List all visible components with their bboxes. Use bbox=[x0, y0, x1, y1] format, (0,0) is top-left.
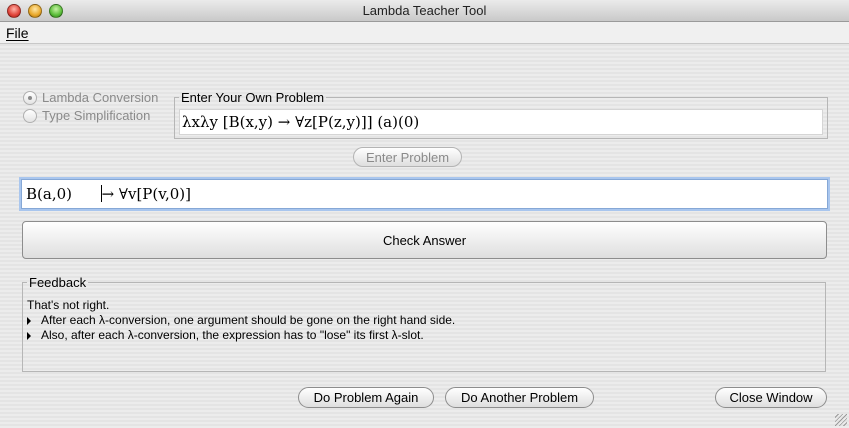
radio-label: Lambda Conversion bbox=[42, 90, 159, 105]
bullet-triangle-icon bbox=[27, 317, 31, 325]
main-panel: Lambda Conversion Type Simplification En… bbox=[0, 44, 849, 428]
bullet-triangle-icon bbox=[27, 332, 31, 340]
answer-text-after-caret: → ∀v[P(v,0)] bbox=[101, 185, 191, 203]
enter-problem-button[interactable]: Enter Problem bbox=[353, 147, 462, 167]
resize-grip-icon[interactable] bbox=[835, 414, 847, 426]
problem-group: Enter Your Own Problem λxλy [B(x,y) → ∀z… bbox=[174, 90, 828, 139]
window-title: Lambda Teacher Tool bbox=[362, 3, 487, 18]
problem-input[interactable]: λxλy [B(x,y) → ∀z[P(z,y)]] (a)(0) bbox=[179, 109, 823, 135]
feedback-text-area: That's not right. After each λ-conversio… bbox=[25, 296, 823, 369]
radio-button-icon[interactable] bbox=[23, 90, 37, 105]
feedback-item-text: After each λ-conversion, one argument sh… bbox=[41, 313, 456, 327]
close-window-button[interactable]: Close Window bbox=[715, 387, 827, 408]
answer-input[interactable]: B(a,0) → ∀v[P(v,0)] bbox=[21, 179, 828, 209]
feedback-item-text: Also, after each λ-conversion, the expre… bbox=[41, 328, 424, 342]
answer-text-before-caret: B(a,0) bbox=[26, 185, 101, 203]
feedback-legend: Feedback bbox=[29, 275, 87, 290]
do-problem-again-button[interactable]: Do Problem Again bbox=[298, 387, 434, 408]
feedback-heading: That's not right. bbox=[27, 298, 110, 312]
menu-file[interactable]: File bbox=[6, 25, 29, 41]
feedback-item: Also, after each λ-conversion, the expre… bbox=[27, 328, 821, 343]
feedback-group: Feedback That's not right. After each λ-… bbox=[22, 275, 826, 372]
menu-bar: File bbox=[0, 22, 849, 44]
feedback-item: After each λ-conversion, one argument sh… bbox=[27, 313, 821, 328]
radio-type-simplification[interactable]: Type Simplification bbox=[23, 108, 150, 123]
check-answer-button[interactable]: Check Answer bbox=[22, 221, 827, 259]
problem-legend: Enter Your Own Problem bbox=[181, 90, 325, 105]
title-bar: Lambda Teacher Tool bbox=[0, 0, 849, 22]
radio-lambda-conversion[interactable]: Lambda Conversion bbox=[23, 90, 158, 105]
radio-label: Type Simplification bbox=[42, 108, 151, 123]
do-another-problem-button[interactable]: Do Another Problem bbox=[445, 387, 594, 408]
radio-button-icon[interactable] bbox=[23, 108, 37, 123]
